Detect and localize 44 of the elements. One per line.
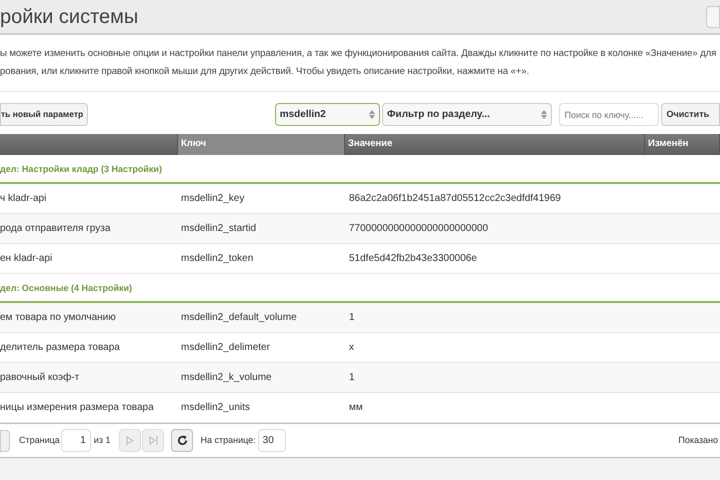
page-input[interactable]: 1 (60, 429, 91, 452)
table-cell: msdellin2_token (181, 253, 254, 264)
header-button[interactable] (706, 6, 720, 28)
table-cell: мм (349, 402, 363, 413)
next-icon (126, 436, 134, 445)
table-cell: равочный коэф-т (0, 372, 80, 383)
table-cell: рода отправителя груза (0, 223, 110, 234)
column-header[interactable]: Изменён (645, 134, 720, 155)
refresh-icon (176, 435, 188, 446)
table-cell: 1 (349, 372, 355, 383)
table-cell: x (349, 342, 354, 353)
table-cell: msdellin2_key (181, 193, 244, 204)
table-cell: 51dfe5d42fb2b43e3300006e (349, 253, 477, 264)
table-cell: msdellin2_default_volume (181, 312, 297, 323)
clear-button[interactable]: Очистить (661, 103, 720, 126)
description-text: ы можете изменить основные опции и настройки панели управления, а так же функционирования сайта. Дважды кликните по настройке в колонке «Значение» для (0, 47, 718, 61)
page-count: из 1 (94, 434, 110, 447)
per-page-label: На странице: (200, 434, 256, 447)
table-cell: 1 (349, 312, 355, 323)
table-cell: делитель размера товара (0, 342, 120, 353)
last-icon (148, 436, 158, 445)
per-page-input[interactable]: 30 (258, 429, 286, 452)
table-cell: ен kladr-api (0, 253, 52, 264)
select-arrows-icon (369, 110, 376, 119)
table-cell: ч kladr-api (0, 193, 46, 204)
description-text: рования, или кликните правой кнопкой мыши для других действий. Чтобы увидеть описание настройки, нажмите на «+». (0, 65, 530, 79)
shown-label: Показано (678, 434, 718, 447)
table-cell: msdellin2_delimeter (181, 342, 270, 353)
page-label: Страница (19, 434, 60, 447)
table-cell: ем товара по умолчанию (0, 312, 116, 323)
table-cell: 86a2c2a06f1b2451a87d05512cc2c3edfdf41969 (349, 193, 561, 204)
area-select[interactable]: Фильтр по разделу... (382, 103, 552, 126)
refresh-button[interactable] (171, 429, 194, 452)
select-arrows-icon (541, 110, 548, 119)
table-cell: msdellin2_startid (181, 223, 256, 234)
table-cell: 7700000000000000000000000 (349, 223, 488, 234)
table-cell: msdellin2_k_volume (181, 372, 272, 383)
page-title: ройки системы (0, 4, 138, 30)
table-cell: ницы измерения размера товара (0, 402, 154, 413)
add-parameter-button[interactable]: ть новый параметр (0, 103, 88, 126)
search-field[interactable]: Поиск по ключу...... (559, 103, 660, 126)
column-header[interactable]: Значение (345, 134, 645, 155)
table-cell: msdellin2_units (181, 402, 250, 413)
namespace-select[interactable]: msdellin2 (274, 103, 380, 126)
